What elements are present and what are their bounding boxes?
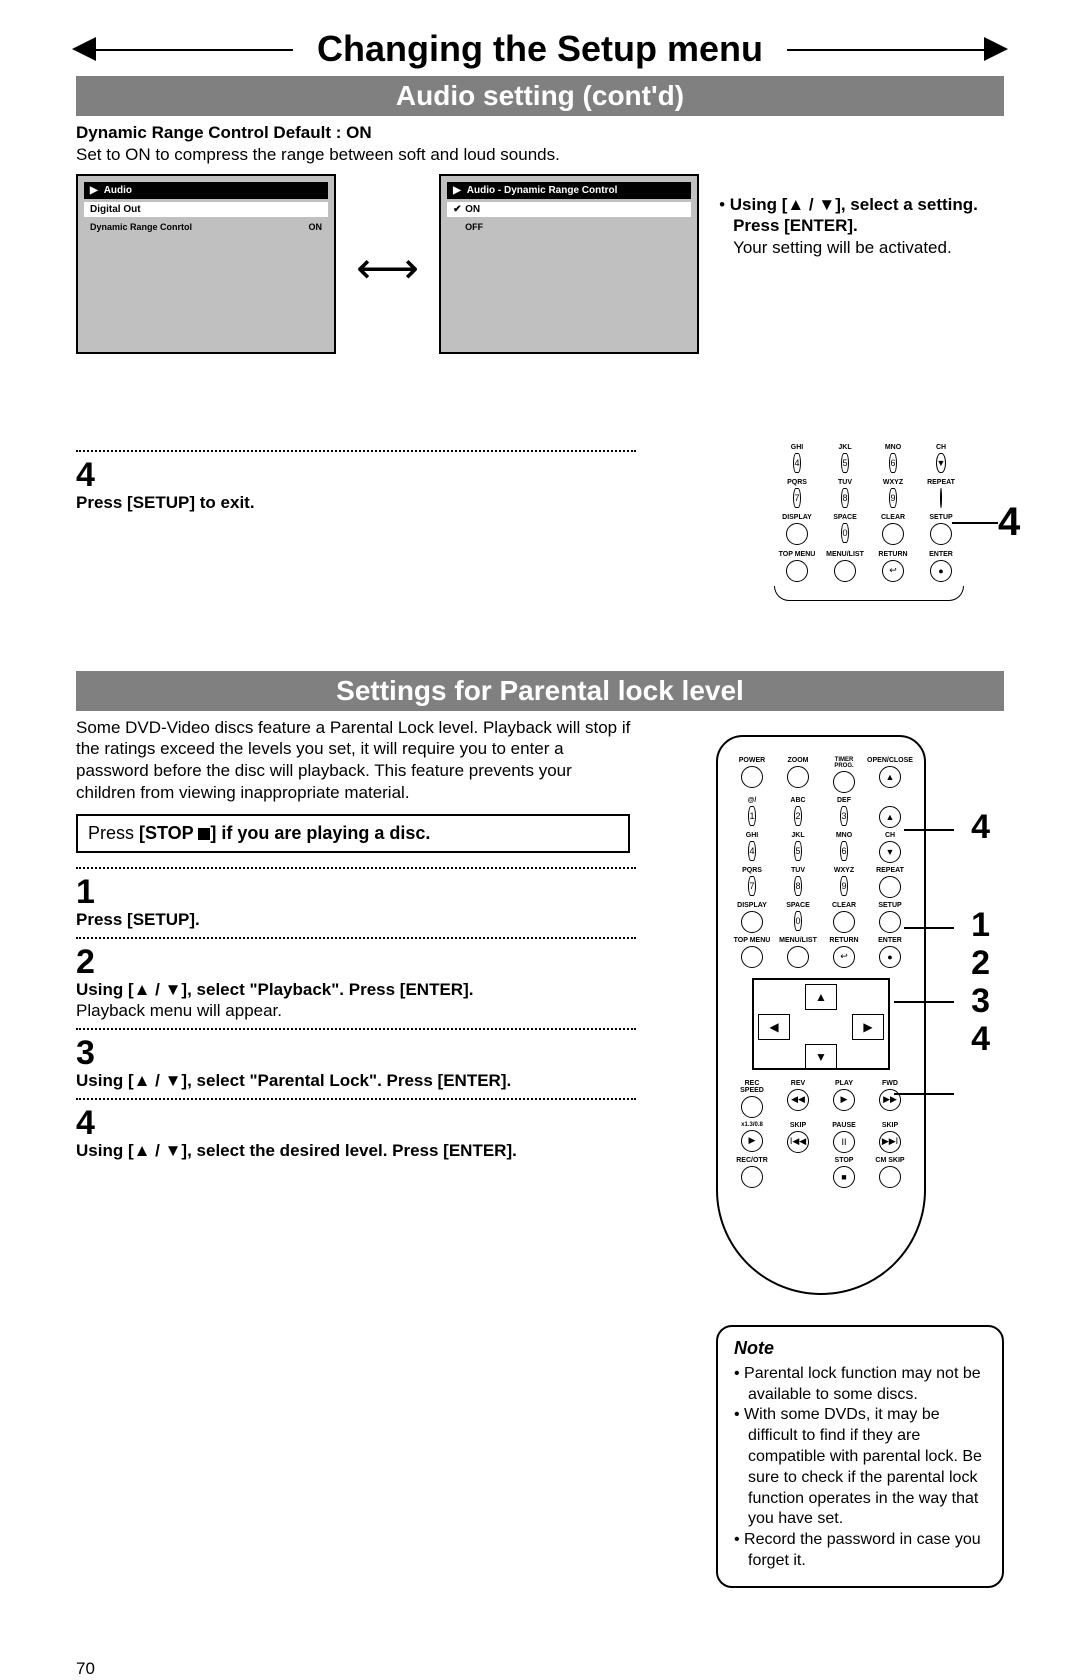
ch-down-icon: ▼ — [879, 841, 901, 863]
open-close-icon: ▲ — [879, 766, 901, 788]
note-box: Note Parental lock function may not be a… — [716, 1325, 1004, 1588]
decor-arrow-left-icon — [72, 37, 96, 61]
osd-drc-submenu: ▶Audio - Dynamic Range Control ✔ON OFF — [439, 174, 699, 354]
ch-up-icon: ▲ — [879, 806, 901, 828]
remote-partial-diagram: GHI4 JKL5 MNO6 CH▼ PQRS7 TUV8 WXYZ9 REPE… — [774, 444, 964, 601]
note-item: Parental lock function may not be availa… — [734, 1364, 986, 1406]
playback-icon: ▶ — [453, 185, 461, 196]
check-icon: ✔ — [453, 204, 465, 215]
step-1-text: Press [SETUP]. — [76, 909, 636, 931]
step-2-sub: Playback menu will appear. — [76, 1000, 636, 1022]
step-number-3: 3 — [76, 1036, 636, 1070]
play-icon: ▶ — [833, 1089, 855, 1111]
step-number-1: 1 — [76, 875, 636, 909]
enter-icon: ● — [879, 946, 901, 968]
drc-desc: Set to ON to compress the range between … — [76, 144, 1004, 166]
remote-pointer-3: 3 — [971, 983, 990, 1020]
return-icon: ↩ — [882, 560, 904, 582]
page-title: Changing the Setup menu — [293, 28, 787, 70]
nav-down-icon: ▼ — [805, 1044, 837, 1070]
nav-up-icon: ▲ — [805, 984, 837, 1010]
remote-pointer-4b: 4 — [971, 1021, 990, 1058]
step-number-2: 2 — [76, 945, 636, 979]
note-heading: Note — [734, 1337, 986, 1360]
pause-icon: II — [833, 1131, 855, 1153]
nav-left-icon: ◀ — [758, 1014, 790, 1040]
note-item: Record the password in case you forget i… — [734, 1530, 986, 1572]
setup-button-icon — [930, 523, 952, 545]
speed-icon: ▶ — [741, 1130, 763, 1152]
step-number-4b: 4 — [76, 1106, 636, 1140]
stop-instruction-box: Press [STOP ] if you are playing a disc. — [76, 814, 630, 853]
note-item: With some DVDs, it may be difficult to f… — [734, 1405, 986, 1530]
nav-right-icon: ▶ — [852, 1014, 884, 1040]
remote-full-diagram: POWER ZOOM TIMER PROG. OPEN/CLOSE▲ @/1 A… — [716, 735, 926, 1295]
decor-arrow-right-icon — [984, 37, 1008, 61]
step-4-text: Using [▲ / ▼], select the desired level.… — [76, 1140, 636, 1162]
instr-select-setting: Using [▲ / ▼], select a setting. Press [… — [730, 195, 978, 236]
section-parental-heading: Settings for Parental lock level — [76, 671, 1004, 711]
remote-pointer-2: 2 — [971, 945, 990, 982]
nav-pad: ▲ ◀ ▶ ▼ — [752, 978, 890, 1070]
page-title-bar: Changing the Setup menu — [76, 28, 1004, 70]
skip-fwd-icon: ▶▶I — [879, 1131, 901, 1153]
parental-intro: Some DVD-Video discs feature a Parental … — [76, 717, 636, 804]
return-icon: ↩ — [833, 946, 855, 968]
rev-icon: ◀◀ — [787, 1089, 809, 1111]
stop-button-icon: ■ — [833, 1166, 855, 1188]
step4-text: Press [SETUP] to exit. — [76, 492, 636, 514]
drc-heading: Dynamic Range Control Default : ON — [76, 122, 1004, 144]
skip-back-icon: I◀◀ — [787, 1131, 809, 1153]
instr-activated: Your setting will be activated. — [733, 238, 952, 257]
step-3-text: Using [▲ / ▼], select "Parental Lock". P… — [76, 1070, 636, 1092]
step-number-4a: 4 — [76, 458, 636, 492]
section-audio-heading: Audio setting (cont'd) — [76, 76, 1004, 116]
enter-icon: ● — [930, 560, 952, 582]
remote-pointer-1: 1 — [971, 907, 990, 944]
double-arrow-icon: ⟷ — [356, 174, 419, 364]
pointer-setup-4: 4 — [998, 500, 1020, 545]
setup-button-icon — [879, 911, 901, 933]
page-number: 70 — [76, 1658, 1004, 1680]
playback-icon: ▶ — [90, 185, 98, 196]
remote-pointer-4a: 4 — [971, 809, 990, 846]
osd-audio-menu: ▶Audio Digital Out Dynamic Range Conrtol… — [76, 174, 336, 354]
stop-icon — [198, 828, 210, 840]
step-2-text: Using [▲ / ▼], select "Playback". Press … — [76, 979, 636, 1001]
ch-down-icon: ▼ — [936, 453, 947, 473]
